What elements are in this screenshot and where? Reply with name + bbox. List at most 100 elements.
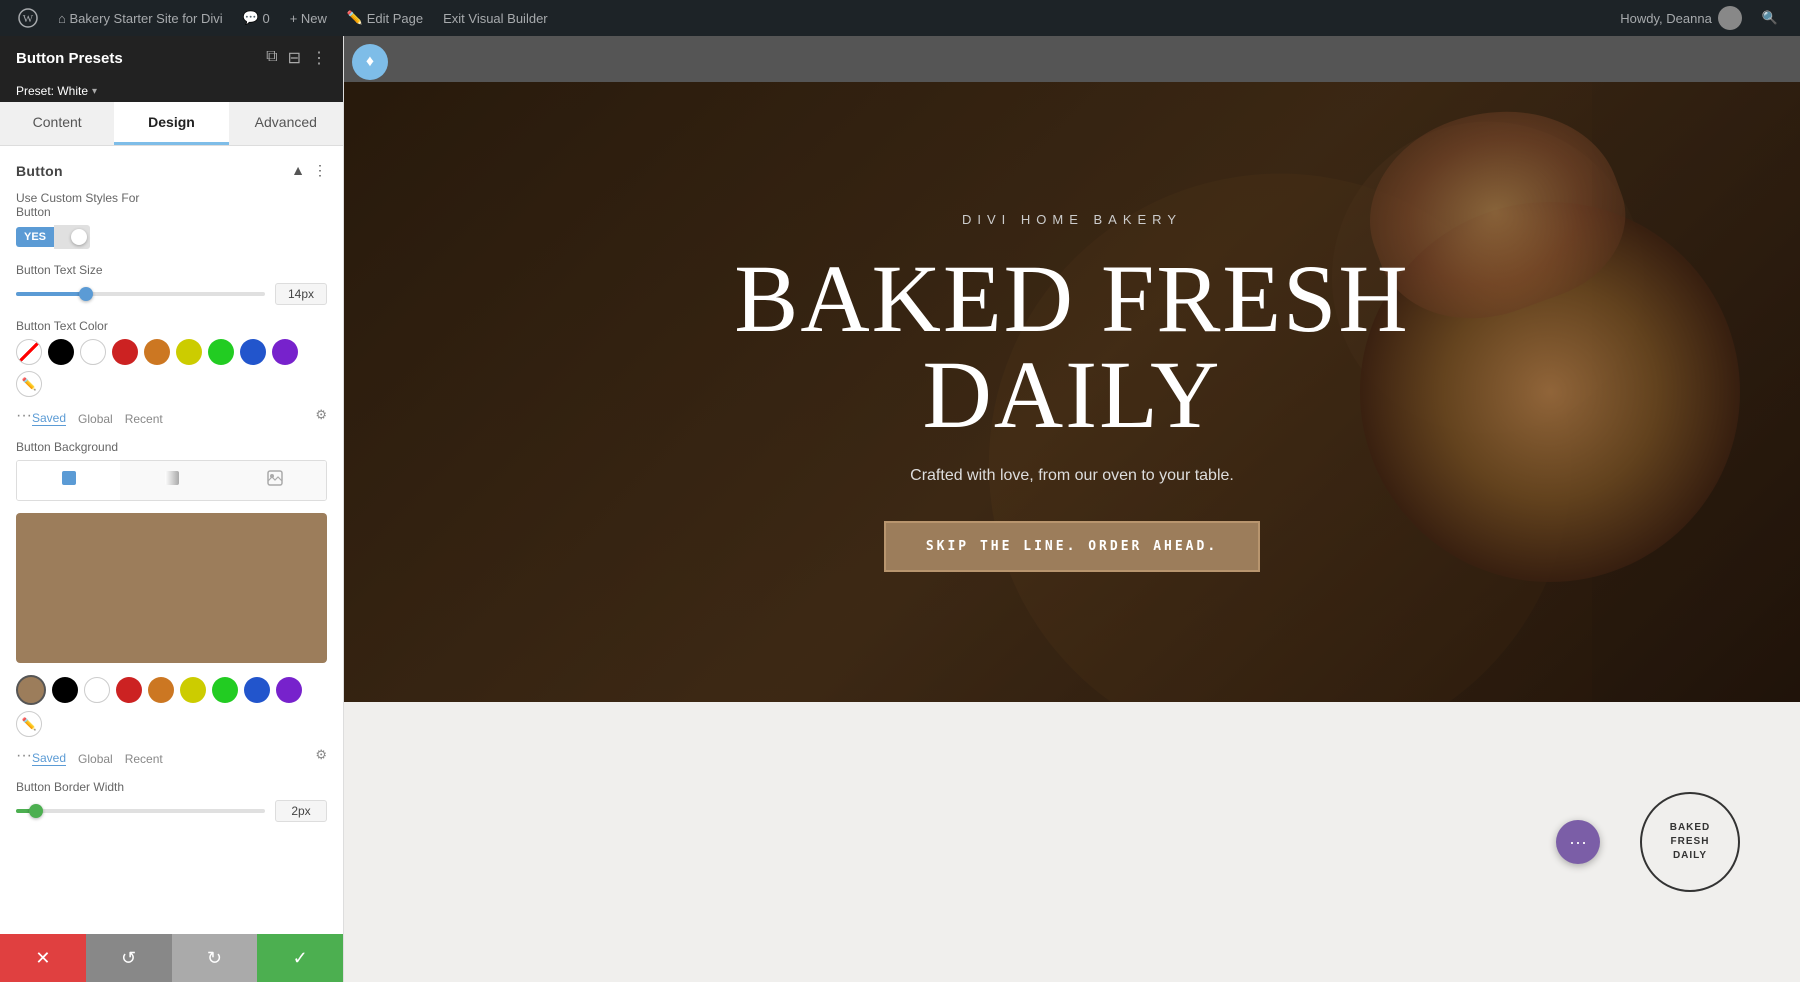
border-width-field: Button Border Width 2px — [16, 780, 327, 822]
bottom-color-row: ✏️ — [16, 675, 327, 737]
section-controls: ▲ ⋮ — [291, 162, 327, 179]
bg-color-settings-icon[interactable]: ⚙ — [315, 747, 327, 763]
panel-title: Button Presets — [16, 50, 123, 67]
panel-tabs: Content Design Advanced — [0, 102, 343, 146]
color-tab-saved[interactable]: Saved — [32, 411, 66, 426]
bg-type-tabs — [16, 460, 327, 501]
redo-button[interactable]: ↻ — [172, 934, 258, 982]
hero-cta-button[interactable]: SKIP THE LINE. ORDER AHEAD. — [884, 521, 1260, 572]
text-color-row: ✏️ — [16, 339, 327, 397]
custom-styles-label: Use Custom Styles For Button — [16, 191, 327, 219]
admin-bar-user[interactable]: Howdy, Deanna — [1610, 0, 1752, 36]
divi-floating-button[interactable]: ♦ — [352, 44, 388, 80]
bg-type-image[interactable] — [223, 461, 326, 500]
confirm-button[interactable]: ✓ — [257, 934, 343, 982]
transparent-color-swatch[interactable] — [16, 339, 42, 365]
bg-type-solid[interactable] — [17, 461, 120, 500]
tab-advanced[interactable]: Advanced — [229, 102, 343, 145]
green-color-swatch-2[interactable] — [212, 677, 238, 703]
admin-bar-exit-builder[interactable]: Exit Visual Builder — [433, 0, 558, 36]
preset-arrow-icon: ▾ — [92, 86, 97, 97]
wp-logo-icon[interactable]: W — [12, 0, 44, 36]
main-layout: Button Presets ⧉ ⊟ ⋮ Preset: White ▾ Con… — [0, 36, 1800, 982]
admin-bar-new[interactable]: + New — [280, 0, 337, 36]
canvas-area: ♦ DIVI HOME BAKERY BAKED FRESH DAILY Cra… — [344, 36, 1800, 982]
active-color-swatch[interactable] — [16, 675, 46, 705]
custom-color-swatch-2[interactable]: ✏️ — [16, 711, 42, 737]
undo-button[interactable]: ↺ — [86, 934, 172, 982]
color-tab-global[interactable]: Global — [78, 412, 113, 426]
yellow-color-swatch[interactable] — [176, 339, 202, 365]
bg-color-tab-recent[interactable]: Recent — [125, 752, 163, 766]
hero-subtitle: DIVI HOME BAKERY — [962, 212, 1182, 227]
left-panel: Button Presets ⧉ ⊟ ⋮ Preset: White ▾ Con… — [0, 36, 344, 982]
color-tab-recent[interactable]: Recent — [125, 412, 163, 426]
white-color-swatch-2[interactable] — [84, 677, 110, 703]
green-color-swatch[interactable] — [208, 339, 234, 365]
bg-color-tab-global[interactable]: Global — [78, 752, 113, 766]
more-options-icon[interactable]: ⋮ — [311, 48, 327, 68]
text-color-field: Button Text Color ✏️ ··· Saved — [16, 319, 327, 426]
blue-color-swatch[interactable] — [240, 339, 266, 365]
undo-icon: ↺ — [121, 948, 136, 969]
section-title: Button — [16, 163, 63, 179]
color-preview-large[interactable] — [16, 513, 327, 663]
admin-bar-comments[interactable]: 💬 0 — [233, 0, 280, 36]
section-collapse-icon[interactable]: ▲ — [291, 162, 305, 179]
redo-icon: ↻ — [207, 948, 222, 969]
purple-fab-button[interactable]: ··· — [1556, 820, 1600, 864]
text-size-slider[interactable] — [16, 292, 265, 296]
close-icon: ✕ — [35, 948, 50, 969]
border-slider-thumb[interactable] — [29, 804, 43, 818]
panel-header-icons: ⧉ ⊟ ⋮ — [266, 48, 327, 68]
toggle-slider[interactable] — [54, 225, 90, 249]
collapse-icon[interactable]: ⊟ — [288, 48, 301, 68]
admin-bar-search[interactable]: 🔍 — [1752, 0, 1788, 36]
bg-type-gradient[interactable] — [120, 461, 223, 500]
orange-color-swatch[interactable] — [144, 339, 170, 365]
custom-styles-toggle[interactable]: YES — [16, 225, 327, 249]
hero-section: DIVI HOME BAKERY BAKED FRESH DAILY Craft… — [344, 82, 1800, 702]
color-settings-icon[interactable]: ⚙ — [315, 407, 327, 423]
panel-footer: ✕ ↺ ↻ ✓ — [0, 934, 343, 982]
text-size-label: Button Text Size — [16, 263, 327, 277]
red-color-swatch-2[interactable] — [116, 677, 142, 703]
close-button[interactable]: ✕ — [0, 934, 86, 982]
wp-admin-bar: W ⌂ Bakery Starter Site for Divi 💬 0 + N… — [0, 0, 1800, 36]
admin-bar-site[interactable]: ⌂ Bakery Starter Site for Divi — [48, 0, 233, 36]
edit-icon: ✏️ — [347, 10, 363, 26]
slider-thumb[interactable] — [79, 287, 93, 301]
text-size-field: Button Text Size 14px — [16, 263, 327, 305]
custom-styles-field: Use Custom Styles For Button YES — [16, 191, 327, 249]
slider-fill — [16, 292, 86, 296]
custom-color-swatch[interactable]: ✏️ — [16, 371, 42, 397]
toggle-yes-label[interactable]: YES — [16, 227, 54, 247]
fab-dots-icon: ··· — [1569, 832, 1587, 853]
tab-content[interactable]: Content — [0, 102, 114, 145]
border-width-value[interactable]: 2px — [275, 800, 327, 822]
text-color-label: Button Text Color — [16, 319, 327, 333]
admin-bar-right: Howdy, Deanna 🔍 — [1610, 0, 1788, 36]
bg-color-dots-icon[interactable]: ··· — [16, 747, 32, 765]
preset-label: Preset: White — [16, 84, 88, 98]
purple-color-swatch[interactable] — [272, 339, 298, 365]
black-color-swatch[interactable] — [48, 339, 74, 365]
white-color-swatch[interactable] — [80, 339, 106, 365]
yellow-color-swatch-2[interactable] — [180, 677, 206, 703]
section-more-icon[interactable]: ⋮ — [313, 162, 327, 179]
orange-color-swatch-2[interactable] — [148, 677, 174, 703]
admin-bar-edit-page[interactable]: ✏️ Edit Page — [337, 0, 433, 36]
panel-preset[interactable]: Preset: White ▾ — [0, 80, 343, 102]
red-color-swatch[interactable] — [112, 339, 138, 365]
black-color-swatch-2[interactable] — [52, 677, 78, 703]
color-dots-icon[interactable]: ··· — [16, 407, 32, 425]
duplicate-icon[interactable]: ⧉ — [266, 48, 277, 68]
confirm-icon: ✓ — [293, 948, 308, 969]
tab-design[interactable]: Design — [114, 102, 228, 145]
text-size-value[interactable]: 14px — [275, 283, 327, 305]
bg-color-tab-saved[interactable]: Saved — [32, 751, 66, 766]
border-width-slider[interactable] — [16, 809, 265, 813]
site-icon: ⌂ — [58, 11, 66, 26]
blue-color-swatch-2[interactable] — [244, 677, 270, 703]
purple-color-swatch-2[interactable] — [276, 677, 302, 703]
